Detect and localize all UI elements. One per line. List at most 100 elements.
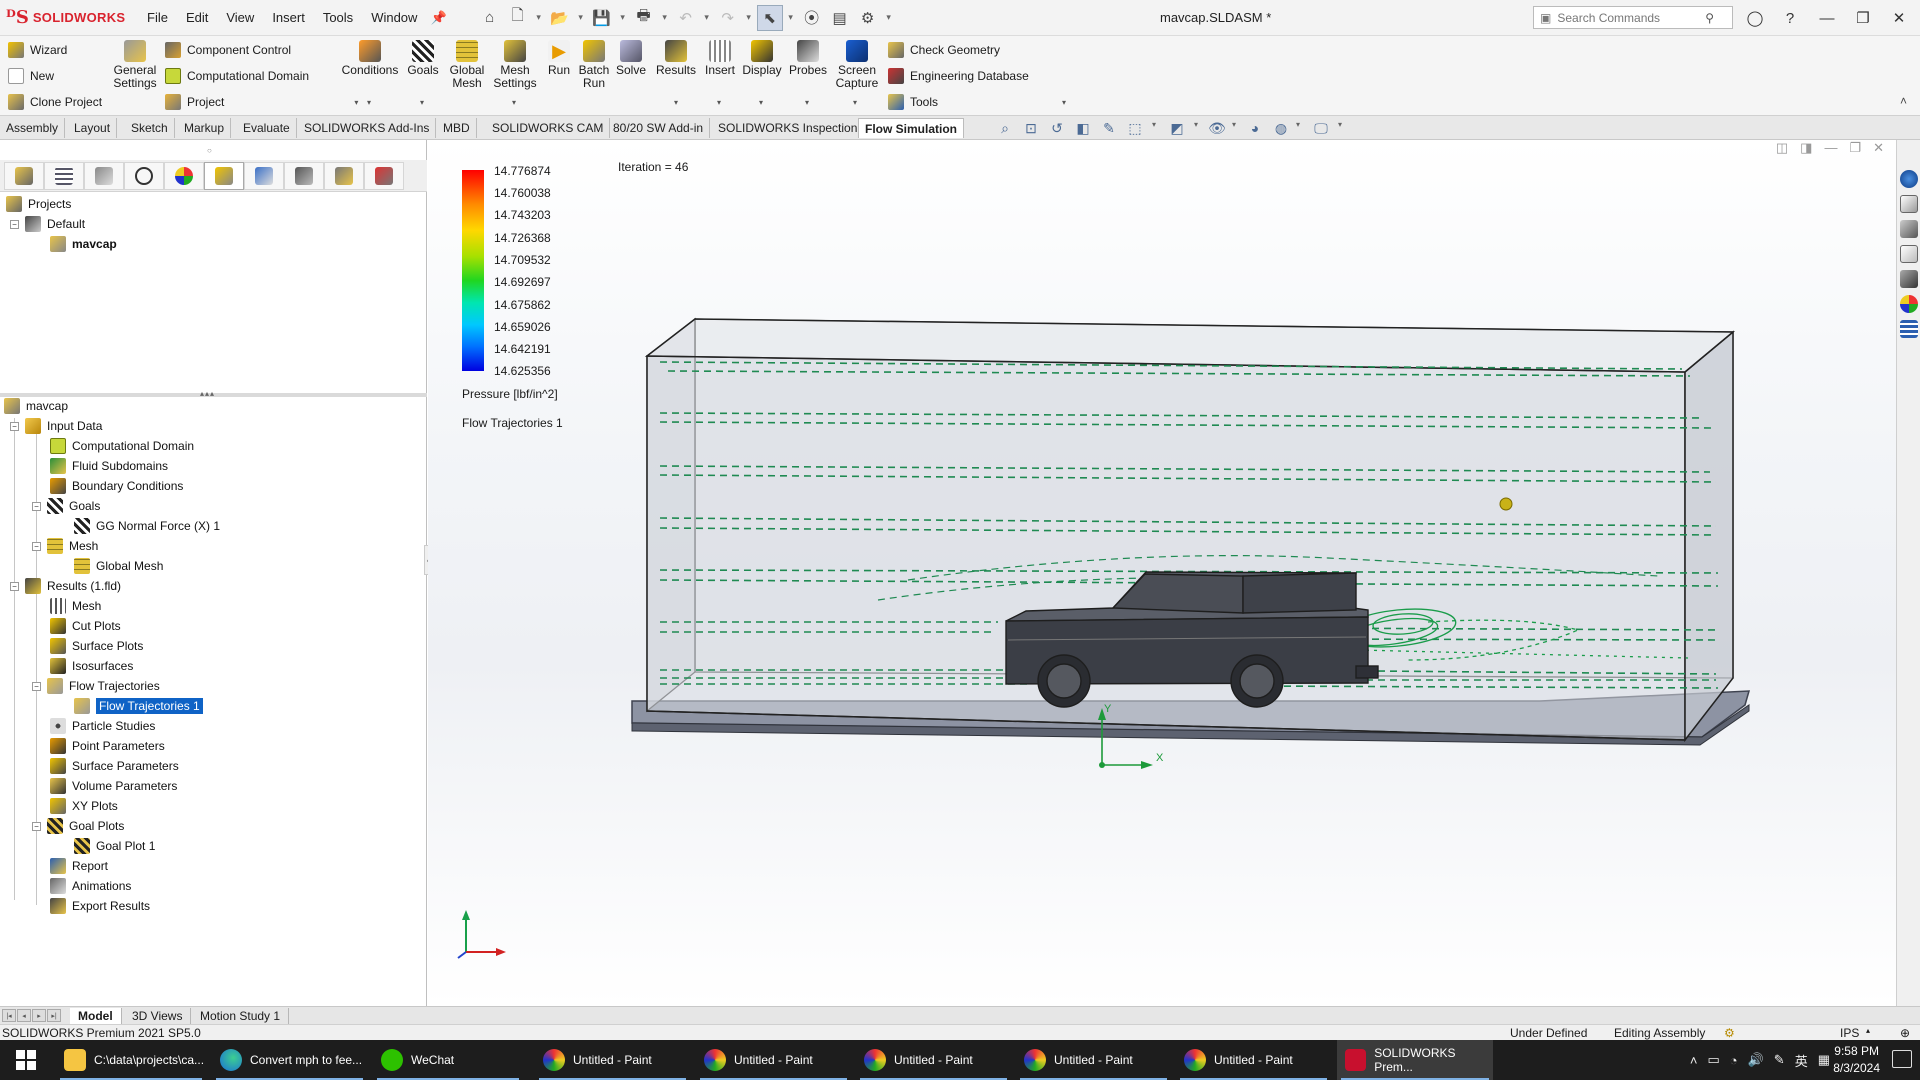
component-control-button[interactable]: Component Control	[165, 42, 291, 58]
tab-sketch[interactable]: Sketch	[125, 118, 175, 138]
tree-animations[interactable]: Animations	[50, 876, 131, 896]
configuration-default[interactable]: − Default	[10, 214, 85, 234]
tree-flow-trajectories-1[interactable]: Flow Trajectories 1	[74, 696, 203, 716]
tree-goals[interactable]: − Goals	[32, 496, 100, 516]
tools-dropdown[interactable]: Tools ▾	[888, 94, 1066, 110]
project-dropdown[interactable]: Project ▾	[165, 94, 358, 110]
screen-capture-button[interactable]: Screen Capture	[834, 40, 880, 90]
inspection-tab[interactable]	[364, 161, 404, 190]
panel-grip-icon[interactable]: ○	[207, 146, 212, 155]
menu-tools[interactable]: Tools	[314, 0, 362, 36]
general-settings-button[interactable]: General Settings	[112, 40, 158, 90]
tree-isosurfaces[interactable]: Isosurfaces	[50, 656, 133, 676]
print-icon[interactable]: 🖶	[631, 5, 657, 31]
chevron-down-icon[interactable]: ▾	[853, 98, 857, 107]
dynamic-annotation-icon[interactable]: ✎	[1098, 118, 1120, 138]
view-palette-icon[interactable]	[1900, 270, 1918, 288]
tab-mbd[interactable]: MBD	[437, 118, 477, 138]
tree-goal-plot-1[interactable]: Goal Plot 1	[74, 836, 155, 856]
flow-simulation-analysis-tab[interactable]	[204, 161, 244, 190]
project-mavcap[interactable]: mavcap	[50, 234, 117, 254]
section-view-icon[interactable]: ◧	[1072, 118, 1094, 138]
new-document-icon[interactable]: 🗋	[505, 5, 531, 31]
tree-results-mesh[interactable]: Mesh	[50, 596, 101, 616]
previous-tab-arrow-icon[interactable]: ◂	[17, 1009, 31, 1022]
start-button[interactable]	[8, 1040, 54, 1080]
tree-report[interactable]: Report	[50, 856, 108, 876]
tab-motion-study-1[interactable]: Motion Study 1	[192, 1008, 290, 1024]
collapse-ribbon-icon[interactable]: ˄	[1900, 94, 1907, 108]
menu-insert[interactable]: Insert	[263, 0, 314, 36]
collapse-toggle-icon[interactable]: −	[32, 681, 41, 691]
tab-evaluate[interactable]: Evaluate	[237, 118, 297, 138]
pen-icon[interactable]: ✎	[1774, 1052, 1785, 1068]
menu-view[interactable]: View	[217, 0, 263, 36]
tree-volume-parameters[interactable]: Volume Parameters	[50, 776, 177, 796]
tree-point-parameters[interactable]: Point Parameters	[50, 736, 165, 756]
volume-icon[interactable]: 🔊	[1748, 1052, 1764, 1068]
open-folder-icon[interactable]: 📂	[547, 5, 573, 31]
clone-project-button[interactable]: Clone Project	[8, 94, 102, 110]
edit-appearance-icon[interactable]: ◕	[1244, 118, 1266, 138]
dimxpert-tab[interactable]	[124, 161, 164, 190]
collapse-toggle-icon[interactable]: −	[10, 421, 19, 431]
tab-solidworks-inspection[interactable]: SOLIDWORKS Inspection	[712, 118, 865, 138]
tab-assembly[interactable]: Assembly	[0, 118, 66, 138]
design-library-icon[interactable]	[1900, 220, 1918, 238]
solidworks-resources-icon[interactable]	[1900, 170, 1918, 188]
tree-particle-studies[interactable]: Particle Studies	[50, 716, 155, 736]
chevron-down-icon[interactable]: ▾	[512, 98, 516, 107]
menu-window[interactable]: Window	[362, 0, 426, 36]
chevron-up-icon[interactable]: ˄	[1690, 1053, 1698, 1068]
search-icon[interactable]: ⚲	[1705, 11, 1714, 25]
battery-icon[interactable]: ▭	[1707, 1052, 1719, 1068]
taskbar-paint-1[interactable]: Untitled - Paint	[535, 1040, 690, 1080]
display-manager-tab[interactable]	[164, 161, 204, 190]
redo-icon[interactable]: ↷	[715, 5, 741, 31]
file-explorer-icon[interactable]	[1900, 245, 1918, 263]
tab-model[interactable]: Model	[70, 1008, 122, 1024]
taskbar-file-explorer[interactable]: C:\data\projects\ca...	[56, 1040, 206, 1080]
view-orientation-icon[interactable]: ⬚	[1124, 118, 1146, 138]
taskbar-paint-4[interactable]: Untitled - Paint	[1016, 1040, 1171, 1080]
chevron-down-icon[interactable]: ▾	[759, 98, 763, 107]
computational-domain-button[interactable]: Computational Domain	[165, 68, 309, 84]
insert-button[interactable]: Insert	[704, 40, 736, 77]
taskbar-paint-2[interactable]: Untitled - Paint	[696, 1040, 851, 1080]
tree-input-data[interactable]: − Input Data	[10, 416, 102, 436]
wizard-button[interactable]: Wizard	[8, 42, 67, 58]
undo-icon[interactable]: ↶	[673, 5, 699, 31]
projects-root[interactable]: Projects	[6, 194, 71, 214]
tab-80-20-add-in[interactable]: 80/20 SW Add-in	[607, 118, 711, 138]
chevron-down-icon[interactable]: ▾	[883, 5, 895, 31]
global-mesh-button[interactable]: Global Mesh	[448, 40, 486, 90]
mesh-settings-button[interactable]: Mesh Settings	[492, 40, 538, 90]
tree-results[interactable]: − Results (1.fld)	[10, 576, 121, 596]
chevron-down-icon[interactable]: ▾	[575, 5, 587, 31]
appearances-icon[interactable]	[1900, 295, 1918, 313]
chevron-up-icon[interactable]: ▴	[1866, 1026, 1870, 1035]
chevron-down-icon[interactable]: ▾	[659, 5, 671, 31]
tree-mesh[interactable]: − Mesh	[32, 536, 98, 556]
save-icon[interactable]: 💾	[589, 5, 615, 31]
taskbar-paint-5[interactable]: Untitled - Paint	[1176, 1040, 1331, 1080]
menu-file[interactable]: File	[138, 0, 177, 36]
new-project-button[interactable]: New	[8, 68, 54, 84]
tab-solidworks-cam[interactable]: SOLIDWORKS CAM	[486, 118, 611, 138]
apply-scene-icon[interactable]: ◍	[1270, 118, 1292, 138]
chevron-down-icon[interactable]: ▾	[617, 5, 629, 31]
search-commands-field[interactable]: ▣ Search Commands ⚲	[1533, 6, 1733, 29]
ime-indicator[interactable]: 英	[1795, 1051, 1808, 1070]
feature-manager-tab[interactable]	[4, 161, 44, 190]
collapse-toggle-icon[interactable]: −	[32, 821, 41, 831]
tab-markup[interactable]: Markup	[178, 118, 232, 138]
pin-icon[interactable]: 📌	[430, 10, 446, 26]
tree-goal-plots[interactable]: − Goal Plots	[32, 816, 124, 836]
chevron-down-icon[interactable]: ▾	[674, 98, 678, 107]
tree-xy-plots[interactable]: XY Plots	[50, 796, 118, 816]
tab-3d-views[interactable]: 3D Views	[124, 1008, 192, 1024]
home-icon[interactable]: ⌂	[477, 5, 503, 31]
chevron-down-icon[interactable]: ▾	[717, 98, 721, 107]
minimize-icon[interactable]: —	[1812, 4, 1842, 32]
select-pointer-icon[interactable]: ⬉	[756, 4, 783, 31]
